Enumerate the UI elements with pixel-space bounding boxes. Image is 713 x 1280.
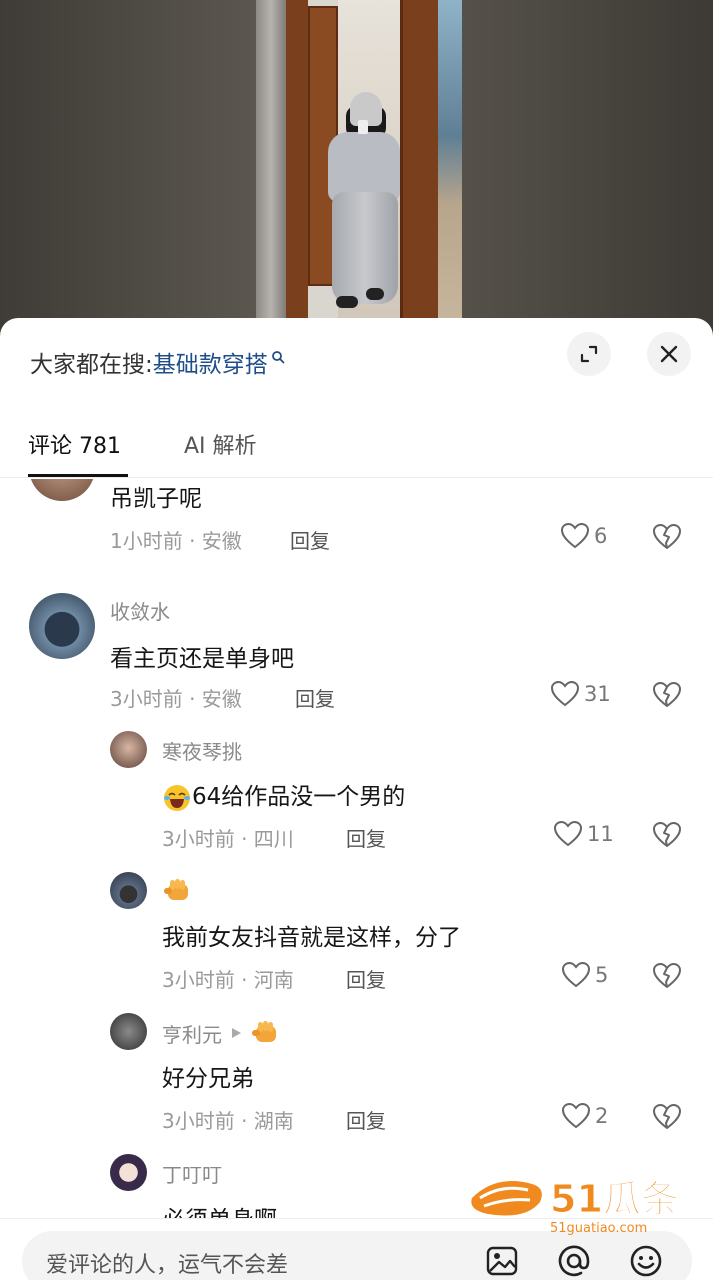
watermark-graphic: 51瓜条 51guatiao.com bbox=[471, 1177, 679, 1236]
video-window bbox=[438, 0, 462, 340]
comment-input-placeholder: 爱评论的人，运气不会差 bbox=[46, 1253, 289, 1278]
reply-button[interactable]: 回复 bbox=[295, 683, 335, 712]
trending-search[interactable]: 大家都在搜: 基础款穿搭 bbox=[30, 344, 285, 380]
comment-sheet: 大家都在搜: 基础款穿搭 评论 781 AI 解析 吊凯子呢 1小时前 · 安徽… bbox=[0, 318, 713, 1280]
close-icon bbox=[660, 345, 678, 363]
comment-item: 收敛水 看主页还是单身吧 3小时前 · 安徽 回复 31 bbox=[0, 591, 713, 731]
reply-button[interactable]: 回复 bbox=[346, 964, 386, 993]
search-icon bbox=[271, 351, 285, 364]
like-count: 2 bbox=[595, 1104, 609, 1128]
comment-text: 必须单身啊 bbox=[162, 1200, 277, 1219]
video-preview[interactable] bbox=[0, 0, 713, 340]
like-button[interactable]: 5 bbox=[561, 961, 608, 989]
avatar[interactable] bbox=[110, 872, 147, 909]
like-button[interactable]: 6 bbox=[560, 522, 607, 550]
avatar[interactable] bbox=[110, 1013, 147, 1050]
heart-icon bbox=[561, 1102, 591, 1129]
comment-text: 吊凯子呢 bbox=[110, 486, 202, 512]
tab-comments[interactable]: 评论 781 bbox=[28, 428, 121, 460]
heart-icon bbox=[550, 680, 580, 707]
avatar[interactable] bbox=[29, 479, 95, 501]
image-icon[interactable] bbox=[484, 1243, 520, 1279]
comment-meta: 3小时前 · 安徽 bbox=[110, 687, 242, 711]
reply-button[interactable]: 回复 bbox=[290, 525, 330, 554]
avatar[interactable] bbox=[110, 1154, 147, 1191]
broken-heart-icon[interactable] bbox=[652, 962, 682, 990]
person-shoe bbox=[336, 296, 358, 308]
fist-emoji-icon bbox=[252, 1021, 276, 1042]
reply-item: 我前女友抖音就是这样，分了 3小时前 · 河南 回复 5 bbox=[0, 872, 713, 1013]
tab-ai-analysis[interactable]: AI 解析 bbox=[184, 428, 257, 460]
comment-text: 64给作品没一个男的 bbox=[162, 777, 405, 812]
reply-arrow-icon bbox=[232, 1028, 241, 1038]
reply-button[interactable]: 回复 bbox=[346, 1105, 386, 1134]
broken-heart-icon[interactable] bbox=[652, 821, 682, 849]
like-button[interactable]: 2 bbox=[561, 1102, 608, 1130]
expand-icon bbox=[580, 345, 598, 363]
heart-icon bbox=[561, 961, 591, 988]
comment-meta: 1小时前 · 安徽 bbox=[110, 529, 242, 553]
person-shoe bbox=[366, 288, 384, 300]
avatar[interactable] bbox=[29, 593, 95, 659]
watermark-logo: 51瓜条 51guatiao.com bbox=[466, 1168, 692, 1238]
comment-list[interactable]: 吊凯子呢 1小时前 · 安徽 回复 6 收敛水 看主页还是单身吧 3小时前 · … bbox=[0, 479, 713, 1219]
broken-heart-icon[interactable] bbox=[652, 681, 682, 709]
expand-button[interactable] bbox=[567, 332, 611, 376]
close-button[interactable] bbox=[647, 332, 691, 376]
comment-meta: 3小时前 · 四川 bbox=[162, 827, 294, 851]
comment-text: 好分兄弟 bbox=[162, 1066, 254, 1092]
fist-emoji-icon bbox=[164, 879, 188, 900]
broken-heart-icon[interactable] bbox=[652, 1103, 682, 1131]
comment-meta: 3小时前 · 湖南 bbox=[162, 1109, 294, 1133]
heart-icon bbox=[553, 820, 583, 847]
watermark-brand: 51瓜条 bbox=[550, 1177, 679, 1221]
tab-active-indicator bbox=[28, 474, 128, 477]
video-door-frame-left bbox=[286, 0, 308, 340]
like-count: 5 bbox=[595, 963, 609, 987]
comment-username[interactable]: 丁叮叮 bbox=[162, 1159, 222, 1188]
comment-username[interactable]: 收敛水 bbox=[110, 596, 170, 625]
watermark-url: 51guatiao.com bbox=[550, 1221, 647, 1236]
comment-text: 我前女友抖音就是这样，分了 bbox=[162, 925, 461, 951]
comment-text-body: 64给作品没一个男的 bbox=[192, 784, 406, 810]
comment-username[interactable]: 寒夜琴挑 bbox=[162, 736, 242, 765]
tab-bar: 评论 781 AI 解析 bbox=[0, 418, 713, 478]
like-count: 11 bbox=[587, 822, 614, 846]
person-pants bbox=[332, 192, 398, 304]
broken-heart-icon[interactable] bbox=[652, 523, 682, 551]
heart-icon bbox=[560, 522, 590, 549]
reply-item: 亨利元 好分兄弟 3小时前 · 湖南 回复 2 bbox=[0, 1013, 713, 1154]
comment-meta: 3小时前 · 河南 bbox=[162, 968, 294, 992]
video-wall-left bbox=[0, 0, 256, 340]
like-count: 6 bbox=[594, 524, 608, 548]
like-count: 31 bbox=[584, 682, 611, 706]
reply-item: 寒夜琴挑 64给作品没一个男的 3小时前 · 四川 回复 11 bbox=[0, 731, 713, 872]
comment-input[interactable]: 爱评论的人，运气不会差 bbox=[22, 1231, 692, 1280]
comment-username[interactable]: 亨利元 bbox=[162, 1019, 222, 1048]
video-wall-right bbox=[462, 0, 713, 340]
comment-item: 吊凯子呢 1小时前 · 安徽 回复 6 bbox=[0, 479, 713, 579]
emoji-icon[interactable] bbox=[628, 1243, 664, 1279]
video-person bbox=[318, 92, 408, 322]
reply-button[interactable]: 回复 bbox=[346, 823, 386, 852]
trending-search-term[interactable]: 基础款穿搭 bbox=[153, 345, 268, 379]
comment-text: 看主页还是单身吧 bbox=[110, 646, 294, 672]
person-phone bbox=[358, 120, 368, 134]
video-curtain bbox=[256, 0, 286, 340]
mention-icon[interactable] bbox=[556, 1243, 592, 1279]
comment-username-row: 亨利元 bbox=[162, 1018, 282, 1048]
avatar[interactable] bbox=[110, 731, 147, 768]
laughing-emoji-icon bbox=[164, 784, 190, 811]
trending-search-prefix: 大家都在搜: bbox=[30, 352, 153, 378]
like-button[interactable]: 11 bbox=[553, 820, 614, 848]
like-button[interactable]: 31 bbox=[550, 680, 611, 708]
